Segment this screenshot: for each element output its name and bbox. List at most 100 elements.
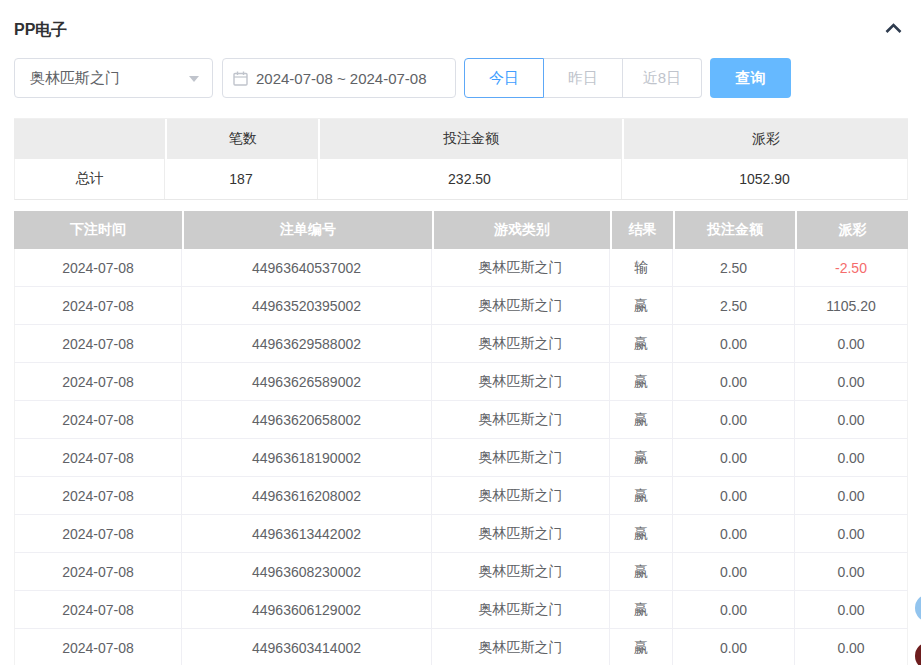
table-cell: 奥林匹斯之门 bbox=[432, 515, 610, 552]
floating-action-button[interactable] bbox=[915, 642, 921, 665]
table-row: 2024-07-0844963618190002奥林匹斯之门赢0.000.00 bbox=[14, 439, 908, 477]
table-cell: 0.00 bbox=[673, 363, 795, 400]
game-select-value: 奥林匹斯之门 bbox=[30, 69, 120, 88]
col-header-bet-time: 下注时间 bbox=[14, 211, 182, 249]
summary-header-payout: 派彩 bbox=[624, 119, 908, 159]
floating-service-button[interactable] bbox=[915, 594, 921, 622]
table-cell: 2024-07-08 bbox=[15, 477, 182, 514]
table-cell: 奥林匹斯之门 bbox=[432, 287, 610, 324]
summary-table: 笔数 投注金额 派彩 总计 187 232.50 1052.90 bbox=[14, 118, 908, 200]
table-row: 2024-07-0844963616208002奥林匹斯之门赢0.000.00 bbox=[14, 477, 908, 515]
table-cell: 赢 bbox=[610, 401, 673, 438]
table-row: 2024-07-0844963620658002奥林匹斯之门赢0.000.00 bbox=[14, 401, 908, 439]
col-header-game-type: 游戏类别 bbox=[434, 211, 610, 249]
range-button-last8days[interactable]: 近8日 bbox=[623, 58, 702, 98]
table-cell: 0.00 bbox=[795, 401, 907, 438]
table-cell: 奥林匹斯之门 bbox=[432, 591, 610, 628]
table-cell: 2.50 bbox=[673, 249, 795, 286]
table-cell: 0.00 bbox=[795, 591, 907, 628]
table-cell: 赢 bbox=[610, 287, 673, 324]
table-cell: 0.00 bbox=[673, 515, 795, 552]
table-row: 2024-07-0844963629588002奥林匹斯之门赢0.000.00 bbox=[14, 325, 908, 363]
table-cell: 44963608230002 bbox=[182, 553, 432, 590]
table-cell: 0.00 bbox=[673, 401, 795, 438]
chevron-down-icon bbox=[189, 76, 199, 82]
range-button-today[interactable]: 今日 bbox=[464, 58, 544, 98]
date-range-value: 2024-07-08 ~ 2024-07-08 bbox=[256, 70, 427, 87]
table-cell: -2.50 bbox=[795, 249, 907, 286]
table-cell: 0.00 bbox=[795, 439, 907, 476]
bets-table-header: 下注时间 注单编号 游戏类别 结果 投注金额 派彩 bbox=[14, 211, 908, 249]
col-header-bet-id: 注单编号 bbox=[184, 211, 432, 249]
table-cell: 2024-07-08 bbox=[15, 401, 182, 438]
table-row: 2024-07-0844963626589002奥林匹斯之门赢0.000.00 bbox=[14, 363, 908, 401]
filter-bar: 奥林匹斯之门 2024-07-08 ~ 2024-07-08 今日 昨日 近8日… bbox=[14, 58, 791, 98]
table-cell: 44963613442002 bbox=[182, 515, 432, 552]
table-cell: 奥林匹斯之门 bbox=[432, 325, 610, 362]
date-range-input[interactable]: 2024-07-08 ~ 2024-07-08 bbox=[222, 58, 456, 98]
calendar-icon bbox=[233, 71, 248, 86]
table-cell: 0.00 bbox=[673, 325, 795, 362]
collapse-button[interactable] bbox=[882, 19, 904, 37]
table-row: 2024-07-0844963613442002奥林匹斯之门赢0.000.00 bbox=[14, 515, 908, 553]
col-header-result: 结果 bbox=[612, 211, 673, 249]
table-cell: 奥林匹斯之门 bbox=[432, 401, 610, 438]
table-cell: 赢 bbox=[610, 477, 673, 514]
table-cell: 0.00 bbox=[795, 325, 907, 362]
table-cell: 奥林匹斯之门 bbox=[432, 363, 610, 400]
table-cell: 0.00 bbox=[795, 629, 907, 665]
query-button[interactable]: 查询 bbox=[710, 58, 791, 98]
table-cell: 0.00 bbox=[673, 477, 795, 514]
table-cell: 0.00 bbox=[673, 629, 795, 665]
table-cell: 赢 bbox=[610, 325, 673, 362]
table-cell: 44963626589002 bbox=[182, 363, 432, 400]
table-cell: 奥林匹斯之门 bbox=[432, 249, 610, 286]
table-cell: 2024-07-08 bbox=[15, 287, 182, 324]
table-cell: 奥林匹斯之门 bbox=[432, 629, 610, 665]
table-cell: 2024-07-08 bbox=[15, 591, 182, 628]
range-button-yesterday[interactable]: 昨日 bbox=[544, 58, 623, 98]
table-cell: 0.00 bbox=[673, 553, 795, 590]
table-cell: 赢 bbox=[610, 439, 673, 476]
table-cell: 44963606129002 bbox=[182, 591, 432, 628]
panel-title: PP电子 bbox=[14, 20, 67, 41]
table-cell: 2.50 bbox=[673, 287, 795, 324]
table-row: 2024-07-0844963640537002奥林匹斯之门输2.50-2.50 bbox=[14, 249, 908, 287]
table-cell: 奥林匹斯之门 bbox=[432, 553, 610, 590]
table-cell: 2024-07-08 bbox=[15, 325, 182, 362]
table-cell: 2024-07-08 bbox=[15, 363, 182, 400]
summary-header-bet-amount: 投注金额 bbox=[320, 119, 622, 159]
summary-header-count: 笔数 bbox=[167, 119, 318, 159]
table-cell: 0.00 bbox=[795, 477, 907, 514]
table-cell: 44963520395002 bbox=[182, 287, 432, 324]
table-row: 2024-07-0844963603414002奥林匹斯之门赢0.000.00 bbox=[14, 629, 908, 665]
table-cell: 0.00 bbox=[673, 591, 795, 628]
table-cell: 赢 bbox=[610, 515, 673, 552]
quick-range-group: 今日 昨日 近8日 bbox=[464, 58, 702, 98]
table-cell: 0.00 bbox=[795, 515, 907, 552]
chevron-up-icon bbox=[884, 21, 903, 35]
table-cell: 1105.20 bbox=[795, 287, 907, 324]
table-cell: 44963640537002 bbox=[182, 249, 432, 286]
bets-table-body: 2024-07-0844963640537002奥林匹斯之门输2.50-2.50… bbox=[14, 249, 908, 665]
table-cell: 输 bbox=[610, 249, 673, 286]
table-cell: 0.00 bbox=[795, 363, 907, 400]
table-row: 2024-07-0844963608230002奥林匹斯之门赢0.000.00 bbox=[14, 553, 908, 591]
table-cell: 赢 bbox=[610, 363, 673, 400]
table-cell: 44963616208002 bbox=[182, 477, 432, 514]
table-cell: 赢 bbox=[610, 629, 673, 665]
bets-table: 下注时间 注单编号 游戏类别 结果 投注金额 派彩 2024-07-084496… bbox=[14, 211, 908, 665]
table-cell: 44963618190002 bbox=[182, 439, 432, 476]
table-cell: 赢 bbox=[610, 591, 673, 628]
summary-header-row: 笔数 投注金额 派彩 bbox=[14, 119, 908, 159]
summary-total-bet-amount: 232.50 bbox=[318, 159, 622, 199]
table-cell: 奥林匹斯之门 bbox=[432, 477, 610, 514]
summary-total-count: 187 bbox=[165, 159, 318, 199]
table-cell: 44963603414002 bbox=[182, 629, 432, 665]
table-cell: 2024-07-08 bbox=[15, 515, 182, 552]
col-header-payout: 派彩 bbox=[797, 211, 908, 249]
table-row: 2024-07-0844963520395002奥林匹斯之门赢2.501105.… bbox=[14, 287, 908, 325]
summary-header-empty bbox=[14, 119, 165, 159]
table-row: 2024-07-0844963606129002奥林匹斯之门赢0.000.00 bbox=[14, 591, 908, 629]
game-select[interactable]: 奥林匹斯之门 bbox=[14, 58, 213, 98]
